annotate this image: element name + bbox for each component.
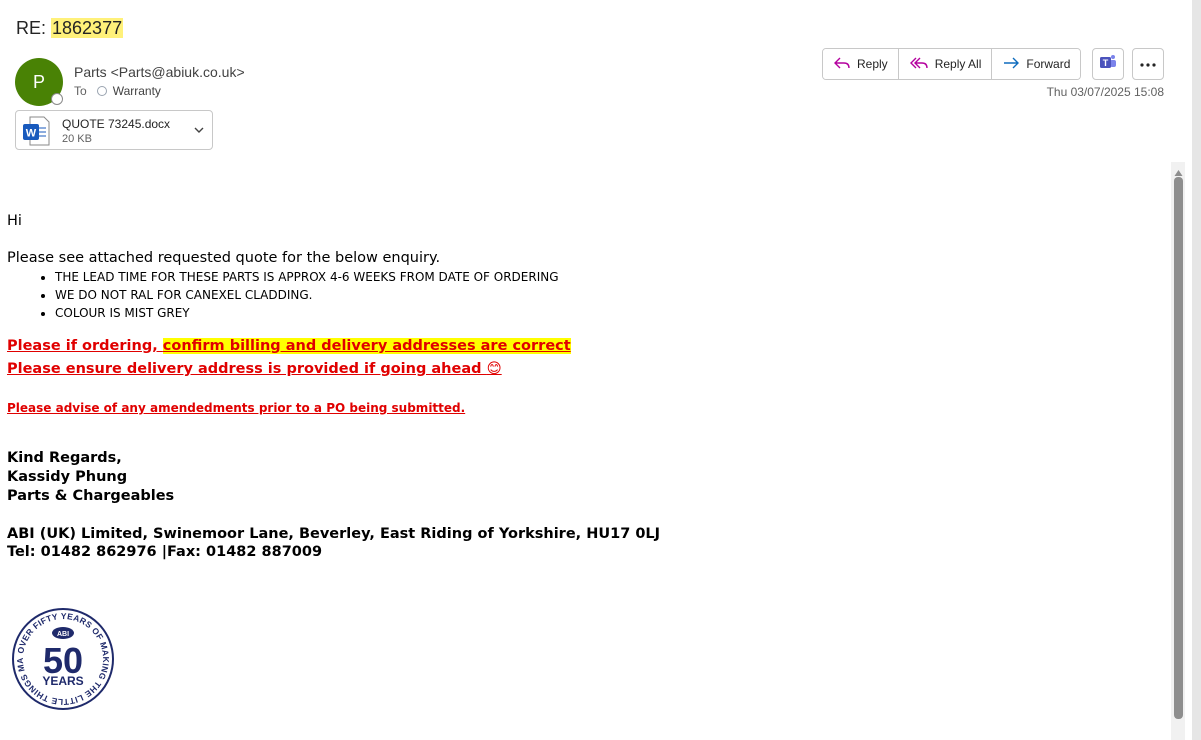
company-address: ABI (UK) Limited, Swinemoor Lane, Beverl… [7,526,661,542]
attachment-size: 20 KB [62,133,92,145]
email-subject: RE: 1862377 [16,18,124,39]
company-phone: Tel: 01482 862976 |Fax: 01482 887009 [7,544,323,560]
reply-all-icon [909,55,929,74]
reply-all-label: Reply All [934,57,982,71]
subject-number: 1862377 [51,18,124,38]
amendment-note-text: Please advise of any amendedments prior … [7,401,466,415]
word-document-icon: W [22,116,50,151]
forward-button[interactable]: Forward [992,49,1081,79]
chevron-down-icon[interactable] [192,123,206,142]
reply-label: Reply [857,57,888,71]
recipients-row: To Warranty [74,84,161,98]
to-label: To [74,84,87,98]
company-details: ABI (UK) Limited, Swinemoor Lane, Beverl… [7,526,1157,560]
scrollbar-thumb[interactable] [1174,177,1183,719]
ordering-note-highlight: confirm billing and delivery addresses a… [162,338,571,354]
more-actions-button[interactable] [1132,48,1164,80]
recipient-name[interactable]: Warranty [113,84,161,98]
svg-text:T: T [1103,58,1109,68]
subject-prefix: RE: [16,18,52,38]
svg-text:ABI: ABI [57,631,69,638]
svg-text:YEARS: YEARS [42,674,83,688]
window-edge [1192,0,1201,740]
delivery-note-text: Please ensure delivery address is provid… [7,361,487,377]
reply-button[interactable]: Reply [823,49,899,79]
reply-all-button[interactable]: Reply All [898,49,993,79]
signature: Kind Regards, Kassidy Phung Parts & Char… [7,450,1157,504]
ordering-note: Please if ordering, confirm billing and … [7,335,1157,354]
email-body: Hi Please see attached requested quote f… [7,213,1157,560]
ordering-note-text: Please if ordering, [7,338,163,354]
recipient-presence-icon [96,86,107,96]
greeting: Hi [7,213,22,229]
forward-label: Forward [1026,57,1071,71]
svg-text:W: W [26,128,37,140]
attachment-card[interactable]: W QUOTE 73245.docx 20 KB [15,110,213,150]
message-date: Thu 03/07/2025 15:08 [1046,85,1164,99]
sig-department: Parts & Chargeables [7,488,175,504]
more-options-icon [1139,55,1157,73]
avatar-initial: P [32,71,45,92]
list-item: WE DO NOT RAL FOR CANEXEL CLADDING. [55,288,1157,302]
attachment-name: QUOTE 73245.docx [62,117,171,131]
teams-icon: T [1099,53,1117,76]
list-item: COLOUR IS MIST GREY [55,306,1157,320]
amendment-note: Please advise of any amendedments prior … [7,397,1157,416]
sig-regards: Kind Regards, [7,450,122,466]
sender-name[interactable]: Parts <Parts@abiuk.co.uk> [74,64,245,80]
presence-status-icon [51,93,63,105]
forward-icon [1002,55,1020,74]
delivery-note: Please ensure delivery address is provid… [7,358,1157,377]
logo-svg: OVER FIFTY YEARS OF MAKING THE LITTLE TH… [8,599,114,710]
intro-text: Please see attached requested quote for … [7,250,441,266]
reply-icon [833,55,851,74]
list-item: THE LEAD TIME FOR THESE PARTS IS APPROX … [55,270,1157,284]
abi-50-years-logo: OVER FIFTY YEARS OF MAKING THE LITTLE TH… [8,599,115,716]
teams-button[interactable]: T [1092,48,1124,80]
message-actions: Reply Reply All Forward [822,48,1082,80]
bullet-list: THE LEAD TIME FOR THESE PARTS IS APPROX … [7,270,1157,320]
smile-emoji-icon: 😊 [486,361,502,377]
sig-name: Kassidy Phung [7,469,128,485]
